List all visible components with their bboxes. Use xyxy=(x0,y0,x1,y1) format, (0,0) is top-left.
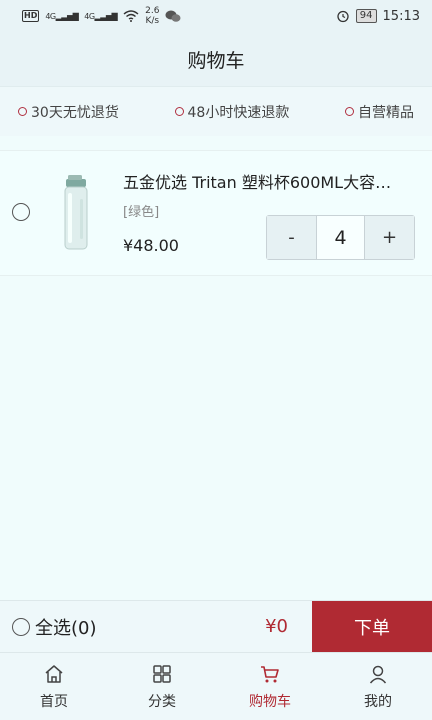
promo-bar: 30天无忧退货 48小时快速退款 自营精品 xyxy=(0,86,432,136)
tab-label: 分类 xyxy=(148,693,176,710)
wifi-icon xyxy=(123,10,139,22)
checkout-bar: 全选(0) ¥0 下单 xyxy=(0,600,432,653)
tab-category[interactable]: 分类 xyxy=(108,653,216,720)
hd-indicator: HD xyxy=(22,10,40,22)
promo-item: 自营精品 xyxy=(345,102,414,122)
network-type-1: 4G xyxy=(45,11,56,21)
status-bar: HD 4G▂▃▅▇ 4G▂▃▅▇ 2.6 K/s 94 15:13 xyxy=(0,0,432,32)
category-icon xyxy=(153,664,171,683)
tab-label: 我的 xyxy=(364,693,392,710)
page-title-bar: 购物车 xyxy=(0,32,432,86)
product-price: ¥48.00 xyxy=(123,236,179,255)
cart-item: 五金优选 Tritan 塑料杯600ML大容量随手杯 [绿色] ¥48.00 -… xyxy=(0,150,432,276)
network-type-2: 4G xyxy=(84,11,95,21)
tab-profile[interactable]: 我的 xyxy=(324,653,432,720)
product-image[interactable] xyxy=(44,169,108,253)
select-all-radio[interactable] xyxy=(12,617,30,636)
promo-item: 48小时快速退款 xyxy=(174,102,290,122)
battery-icon: 94 xyxy=(355,9,377,23)
promo-label: 30天无忧退货 xyxy=(31,104,119,121)
promo-item: 30天无忧退货 xyxy=(18,102,119,122)
page-title: 购物车 xyxy=(187,49,245,72)
wechat-icon xyxy=(165,10,181,22)
tab-home[interactable]: 首页 xyxy=(0,653,108,720)
select-all-label: 全选(0) xyxy=(35,617,97,639)
network-speed: 2.6 K/s xyxy=(145,6,160,26)
clock: 15:13 xyxy=(382,8,420,24)
decrease-button[interactable]: - xyxy=(267,216,316,259)
product-name[interactable]: 五金优选 Tritan 塑料杯600ML大容量随手杯 xyxy=(123,169,403,193)
quantity-stepper: - 4 + xyxy=(266,215,415,260)
signal-icon: 4G▂▃▅▇ xyxy=(45,11,79,21)
tab-label: 首页 xyxy=(40,693,68,710)
cart-icon xyxy=(261,665,279,682)
item-select-radio[interactable] xyxy=(12,203,30,221)
alarm-icon xyxy=(337,10,349,23)
quantity-value[interactable]: 4 xyxy=(316,216,365,259)
bullet-icon xyxy=(345,107,354,116)
select-all[interactable]: 全选(0) xyxy=(0,614,220,640)
home-icon xyxy=(45,664,63,683)
tab-label: 购物车 xyxy=(249,693,291,710)
total-price: ¥0 xyxy=(265,616,288,637)
user-icon xyxy=(369,665,387,683)
promo-label: 自营精品 xyxy=(358,104,414,121)
bullet-icon xyxy=(18,107,27,116)
bullet-icon xyxy=(174,107,184,116)
bottom-tab-bar: 首页 分类 购物车 我的 xyxy=(0,652,432,720)
tab-cart[interactable]: 购物车 xyxy=(216,653,324,720)
order-button[interactable]: 下单 xyxy=(312,601,432,653)
signal-icon-2: 4G▂▃▅▇ xyxy=(84,11,118,21)
promo-label: 48小时快速退款 xyxy=(187,104,290,121)
increase-button[interactable]: + xyxy=(365,216,414,259)
product-spec: [绿色] xyxy=(123,205,160,220)
